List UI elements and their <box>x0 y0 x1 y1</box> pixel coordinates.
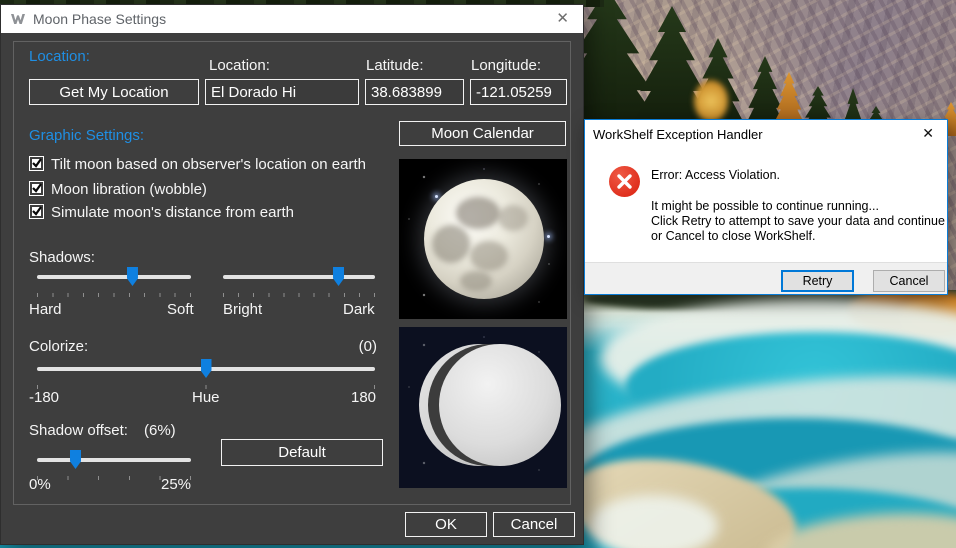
graphic-settings-heading: Graphic Settings: <box>29 127 144 144</box>
slider-thumb[interactable] <box>333 267 344 286</box>
tilt-moon-checkbox[interactable] <box>29 156 44 171</box>
brightness-min-label: Bright <box>223 301 262 318</box>
brightness-max-label: Dark <box>343 301 375 318</box>
hue-mid-label: Hue <box>192 389 220 406</box>
moon-phase-settings-window: Moon Phase Settings ✕ Location: Location… <box>0 4 584 545</box>
error-icon <box>609 166 640 197</box>
moon-window-body: Location: Location: Latitude: Longitude:… <box>1 33 583 544</box>
error-detail-line: or Cancel to close WorkShelf. <box>651 229 815 244</box>
location-section-heading: Location: <box>29 48 90 65</box>
app-logo-icon <box>10 11 26 27</box>
latitude-input[interactable] <box>365 79 464 105</box>
cancel-button[interactable]: Cancel <box>493 512 575 537</box>
full-moon-preview <box>399 159 567 319</box>
shadow-offset-heading: Shadow offset: <box>29 422 128 439</box>
slider-track[interactable] <box>37 458 191 462</box>
moon-window-title: Moon Phase Settings <box>33 11 166 27</box>
location-field-label: Location: <box>209 57 270 74</box>
hue-slider[interactable] <box>37 359 375 389</box>
hue-max-label: 180 <box>351 389 376 406</box>
shadow-brightness-slider[interactable] <box>223 267 375 297</box>
softness-max-label: Soft <box>167 301 194 318</box>
bright-star-icon <box>547 235 550 238</box>
libration-label: Moon libration (wobble) <box>51 181 207 198</box>
error-message: Error: Access Violation. <box>651 168 780 183</box>
moon-phase-preview <box>399 327 567 488</box>
slider-track[interactable] <box>37 275 191 279</box>
latitude-field-label: Latitude: <box>366 57 424 74</box>
location-input[interactable] <box>205 79 359 105</box>
libration-checkbox[interactable] <box>29 181 44 196</box>
ok-button[interactable]: OK <box>405 512 487 537</box>
exception-window-close-icon[interactable]: ✕ <box>922 125 934 142</box>
shadow-offset-value: (6%) <box>144 422 176 439</box>
error-detail-line: It might be possible to continue running… <box>651 199 879 214</box>
moon-face <box>439 344 561 466</box>
get-my-location-button[interactable]: Get My Location <box>29 79 199 105</box>
exception-cancel-button[interactable]: Cancel <box>873 270 945 292</box>
moon-disc <box>424 179 544 299</box>
longitude-input[interactable] <box>470 79 567 105</box>
moon-calendar-button[interactable]: Moon Calendar <box>399 121 566 146</box>
exception-window-title: WorkShelf Exception Handler <box>593 127 763 142</box>
shadow-softness-slider[interactable] <box>37 267 191 297</box>
colorize-heading: Colorize: <box>29 338 88 355</box>
default-button[interactable]: Default <box>221 439 383 466</box>
softness-min-label: Hard <box>29 301 62 318</box>
slider-thumb[interactable] <box>201 359 212 378</box>
tilt-moon-label: Tilt moon based on observer's location o… <box>51 156 366 173</box>
retry-button[interactable]: Retry <box>781 270 854 292</box>
slider-track[interactable] <box>223 275 375 279</box>
simulate-distance-checkbox[interactable] <box>29 204 44 219</box>
error-detail-line: Click Retry to attempt to save your data… <box>651 214 945 229</box>
slider-thumb[interactable] <box>127 267 138 286</box>
workshelf-exception-window: WorkShelf Exception Handler ✕ Error: Acc… <box>584 119 948 295</box>
offset-max-label: 25% <box>161 476 191 493</box>
moon-window-close-icon[interactable]: ✕ <box>556 9 569 29</box>
longitude-field-label: Longitude: <box>471 57 541 74</box>
shadows-heading: Shadows: <box>29 249 95 266</box>
simulate-distance-label: Simulate moon's distance from earth <box>51 204 294 221</box>
slider-thumb[interactable] <box>70 450 81 469</box>
bright-star-icon <box>435 195 438 198</box>
colorize-value: (0) <box>353 338 377 355</box>
moon-window-titlebar[interactable]: Moon Phase Settings ✕ <box>1 5 583 33</box>
offset-min-label: 0% <box>29 476 51 493</box>
hue-min-label: -180 <box>29 389 59 406</box>
